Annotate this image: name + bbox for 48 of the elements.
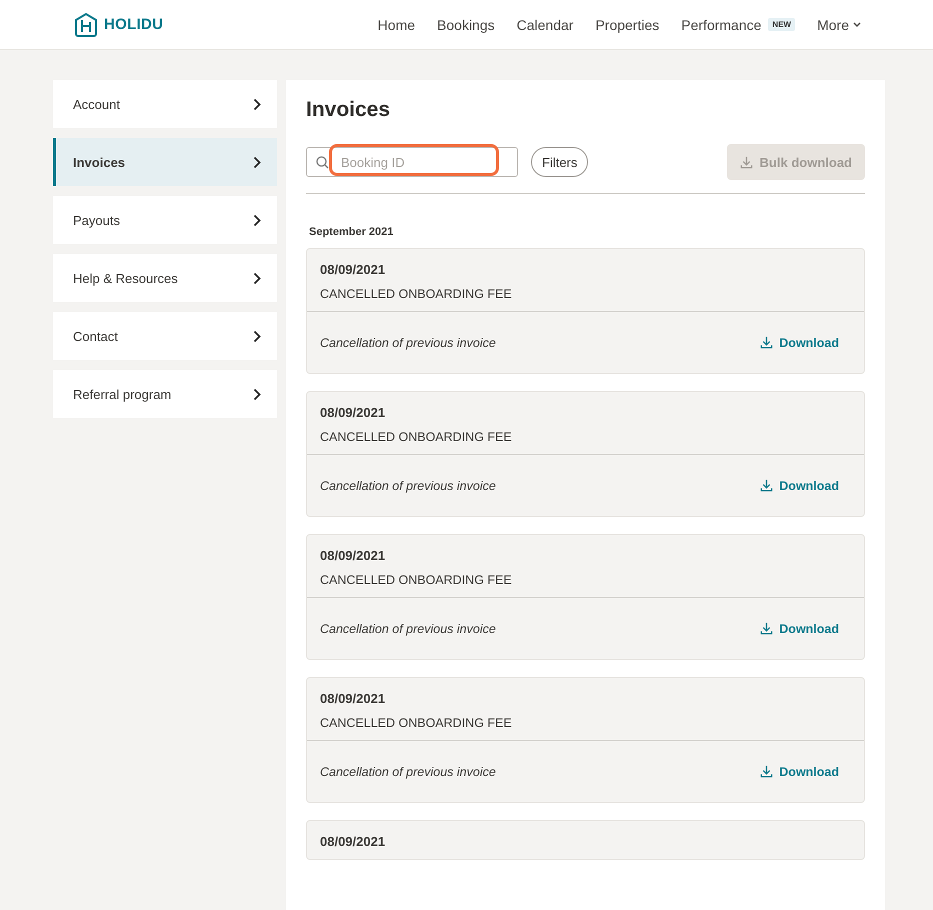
download-icon — [760, 479, 774, 492]
invoice-note: Cancellation of previous invoice — [320, 478, 496, 492]
download-link[interactable]: Download — [760, 622, 839, 636]
nav-link[interactable]: Calendar — [516, 16, 574, 32]
search-field[interactable]: Booking ID — [306, 147, 518, 177]
download-icon — [760, 336, 774, 349]
page-title: Invoices — [306, 98, 392, 122]
sidebar-item[interactable]: Contact — [53, 312, 277, 360]
nav-link[interactable]: Home — [378, 16, 416, 32]
house-logo-icon — [74, 12, 98, 38]
invoice-type: CANCELLED ONBOARDING FEE — [320, 287, 513, 301]
sidebar-item[interactable]: Account — [53, 80, 277, 128]
invoice-note: Cancellation of previous invoice — [320, 764, 496, 778]
invoice-note: Cancellation of previous invoice — [320, 336, 496, 350]
download-icon — [740, 156, 753, 168]
invoice-note: Cancellation of previous invoice — [320, 622, 496, 636]
nav-link[interactable]: Performance NEW — [681, 16, 796, 32]
invoice-date: 08/09/2021 — [320, 834, 386, 849]
chevron-right-icon — [253, 214, 261, 226]
sidebar-item[interactable]: Referral program — [53, 370, 277, 418]
download-link[interactable]: Download — [760, 764, 839, 778]
filters-button[interactable]: Filters — [531, 147, 588, 177]
chevron-right-icon — [253, 330, 261, 342]
new-badge: NEW — [768, 18, 796, 31]
chevron-right-icon — [253, 272, 261, 284]
chevron-right-icon — [253, 388, 261, 400]
sidebar-item[interactable]: Help & Resources — [53, 254, 277, 302]
invoice-date: 08/09/2021 — [320, 691, 386, 706]
nav-link[interactable]: More — [817, 16, 861, 32]
invoice-type: CANCELLED ONBOARDING FEE — [320, 716, 513, 730]
download-link[interactable]: Download — [760, 478, 839, 492]
invoice-type: CANCELLED ONBOARDING FEE — [320, 430, 513, 444]
chevron-right-icon — [253, 98, 261, 110]
invoice-date: 08/09/2021 — [320, 548, 386, 563]
invoice-date: 08/09/2021 — [320, 262, 386, 277]
nav-link[interactable]: Bookings — [437, 16, 495, 32]
download-link[interactable]: Download — [760, 336, 839, 350]
invoice-type: CANCELLED ONBOARDING FEE — [320, 573, 513, 587]
nav-link[interactable]: Properties — [595, 16, 660, 32]
chevron-right-icon — [253, 156, 261, 168]
sidebar-item[interactable]: Invoices — [53, 138, 277, 186]
download-icon — [760, 622, 774, 635]
sidebar-item[interactable]: Payouts — [53, 196, 277, 244]
brand-name: HOLIDU — [104, 16, 164, 33]
month-heading: September 2021 — [309, 226, 394, 238]
invoice-date: 08/09/2021 — [320, 405, 386, 420]
search-icon — [316, 156, 329, 169]
download-icon — [760, 765, 774, 778]
